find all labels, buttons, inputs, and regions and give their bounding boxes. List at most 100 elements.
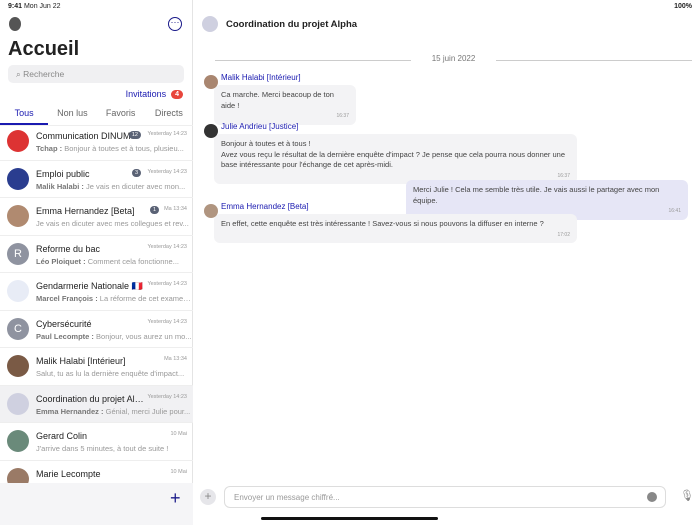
- room-time: Ma 13:34: [164, 206, 187, 212]
- room-list-item[interactable]: Emploi public 3 Yesterday 14:23 Malik Ha…: [0, 161, 193, 198]
- room-time: 10 Mai: [170, 468, 187, 475]
- preview-text: Bonjour, vous aurez un mo...: [96, 331, 192, 341]
- sender-avatar: [204, 75, 218, 89]
- invitations-label: Invitations: [125, 89, 167, 99]
- room-preview: Marcel François : La réforme de cet exam…: [36, 294, 192, 303]
- room-name: Emploi public: [36, 168, 90, 179]
- status-bar: 9:41 Mon Jun 22 100%: [0, 0, 700, 14]
- room-list-item[interactable]: Malik Halabi [Intérieur] Ma 13:34 Salut,…: [0, 348, 193, 386]
- message: Julie Andrieu [Justice] Bonjour à toutes…: [204, 122, 577, 184]
- invitations-badge: 4: [171, 89, 183, 99]
- room-time: Yesterday 14:23: [147, 393, 187, 400]
- room-list-item[interactable]: Communication DINUM 12 Yesterday 14:23 T…: [0, 123, 193, 161]
- room-name: Gerard Colin: [36, 431, 88, 441]
- preview-sender: Paul Lecompte :: [36, 331, 94, 341]
- room-preview: Tchap : Bonjour à toutes et à tous, plus…: [36, 144, 192, 153]
- room-preview: J'arrive dans 5 minutes, à tout de suite…: [36, 444, 192, 453]
- room-preview: Je vais en dicuter avec mes collegues et…: [36, 219, 192, 228]
- room-avatar: C: [7, 317, 29, 340]
- sidebar: ··· Accueil ⌕ Recherche Invitations 4 Tou…: [0, 0, 193, 525]
- more-options-button[interactable]: ···: [168, 17, 182, 31]
- message-text: Ca marche. Merci beacoup de ton aide !: [221, 90, 334, 110]
- room-name: Emma Hernandez [Beta]: [36, 206, 135, 216]
- unread-badge: 1: [149, 206, 159, 214]
- preview-text: La réforme de cet examen...: [99, 294, 192, 303]
- preview-sender: Marcel François :: [36, 294, 98, 303]
- room-avatar: [7, 280, 29, 302]
- preview-text: Je vais en dicuter avec mon...: [86, 181, 186, 191]
- room-list-item[interactable]: Gendarmerie Nationale 🇫🇷 Yesterday 14:23…: [0, 273, 193, 311]
- message-time: 17:02: [557, 231, 570, 238]
- room-list: Communication DINUM 12 Yesterday 14:23 T…: [0, 123, 193, 483]
- room-avatar: [7, 430, 29, 452]
- search-placeholder: Recherche: [23, 69, 65, 79]
- room-avatar: [7, 467, 29, 483]
- message: Malik Halabi [Intérieur] Ca marche. Merc…: [204, 73, 356, 125]
- sender-name[interactable]: Emma Hernandez [Beta]: [221, 202, 577, 214]
- sidebar-footer: [0, 483, 193, 525]
- preview-text: Génial, merci Julie pour...: [105, 406, 191, 416]
- preview-sender: Malik Halabi :: [36, 181, 84, 191]
- preview-text: J'arrive dans 5 minutes, à tout de suite…: [36, 444, 169, 453]
- room-list-item[interactable]: Marie Lecompte 10 Mai: [0, 461, 193, 483]
- room-preview: Malik Halabi : Je vais en dicuter avec m…: [36, 182, 192, 191]
- profile-avatar[interactable]: [9, 17, 21, 31]
- room-avatar: [7, 355, 29, 377]
- room-list-item[interactable]: C Cybersécurité Yesterday 14:23 Paul Lec…: [0, 311, 193, 348]
- room-avatar: [7, 392, 29, 415]
- preview-sender: Léo Ploiquet :: [36, 256, 86, 266]
- sender-avatar: [204, 124, 218, 138]
- message-input[interactable]: Envoyer un message chiffré...: [224, 486, 666, 508]
- microphone-icon[interactable]: 🎙: [680, 489, 694, 502]
- emoji-icon[interactable]: [647, 492, 657, 502]
- room-title[interactable]: Coordination du projet Alpha: [226, 19, 357, 30]
- room-time: Yesterday 14:23: [147, 168, 187, 175]
- preview-text: Comment cela fonctionne...: [87, 256, 179, 266]
- room-preview: Emma Hernandez : Génial, merci Julie pou…: [36, 407, 192, 416]
- room-time: 10 Mai: [170, 431, 187, 437]
- unread-badge: 3: [131, 168, 141, 177]
- room-preview: Paul Lecompte : Bonjour, vous aurez un m…: [36, 332, 192, 341]
- composer: + Envoyer un message chiffré... 🎙: [194, 486, 700, 510]
- preview-sender: Tchap :: [36, 144, 63, 153]
- message-bubble: Ca marche. Merci beacoup de ton aide ! 16…: [214, 85, 356, 125]
- room-list-item[interactable]: R Reforme du bac Yesterday 14:23 Léo Plo…: [0, 236, 193, 273]
- room-time: Ma 13:34: [164, 356, 187, 362]
- message-placeholder: Envoyer un message chiffré...: [234, 493, 340, 502]
- new-room-button[interactable]: +: [170, 488, 181, 509]
- room-time: Yesterday 14:23: [147, 131, 187, 137]
- room-avatar: [7, 130, 29, 152]
- status-time: 9:41: [8, 3, 23, 10]
- room-avatar: [202, 16, 218, 32]
- invitations-link[interactable]: Invitations 4: [126, 89, 183, 99]
- message: Emma Hernandez [Beta] En effet, cette en…: [204, 202, 577, 243]
- preview-text: Bonjour à toutes et à tous, plusieu...: [64, 144, 184, 153]
- search-input[interactable]: ⌕ Recherche: [8, 65, 184, 83]
- room-time: Yesterday 14:23: [147, 243, 187, 250]
- room-name: Cybersécurité: [36, 318, 92, 329]
- room-name: Malik Halabi [Intérieur]: [36, 356, 126, 366]
- preview-text: Salut, tu as lu la dernière enquête d'im…: [36, 369, 185, 378]
- sender-name[interactable]: Malik Halabi [Intérieur]: [221, 73, 356, 85]
- preview-text: Je vais en dicuter avec mes collegues et…: [36, 219, 189, 228]
- date-separator: 15 juin 2022: [215, 54, 692, 63]
- room-avatar: [7, 167, 29, 190]
- room-time: Yesterday 14:23: [147, 281, 187, 287]
- room-preview: Léo Ploiquet : Comment cela fonctionne..…: [36, 257, 192, 266]
- room-list-item[interactable]: Coordination du projet Alp... Yesterday …: [0, 385, 193, 423]
- room-name: Coordination du projet Alp...: [36, 393, 146, 404]
- room-name: Gendarmerie Nationale 🇫🇷: [36, 281, 143, 291]
- message-bubble: En effet, cette enquête est très intéres…: [214, 214, 577, 243]
- sender-name[interactable]: Julie Andrieu [Justice]: [221, 122, 577, 134]
- room-avatar: [7, 205, 29, 227]
- status-date: Mon Jun 22: [23, 3, 61, 10]
- battery: 100%: [674, 3, 692, 10]
- room-preview: Salut, tu as lu la dernière enquête d'im…: [36, 369, 192, 378]
- message-bubble: Bonjour à toutes et à tous ! Avez vous r…: [214, 134, 577, 184]
- page-title: Accueil: [8, 38, 80, 60]
- room-name: Reforme du bac: [36, 243, 101, 254]
- room-list-item[interactable]: Emma Hernandez [Beta] 1 Ma 13:34 Je vais…: [0, 198, 193, 236]
- room-list-item[interactable]: Gerard Colin 10 Mai J'arrive dans 5 minu…: [0, 423, 193, 461]
- home-indicator: [261, 517, 438, 520]
- attach-button[interactable]: +: [200, 489, 216, 505]
